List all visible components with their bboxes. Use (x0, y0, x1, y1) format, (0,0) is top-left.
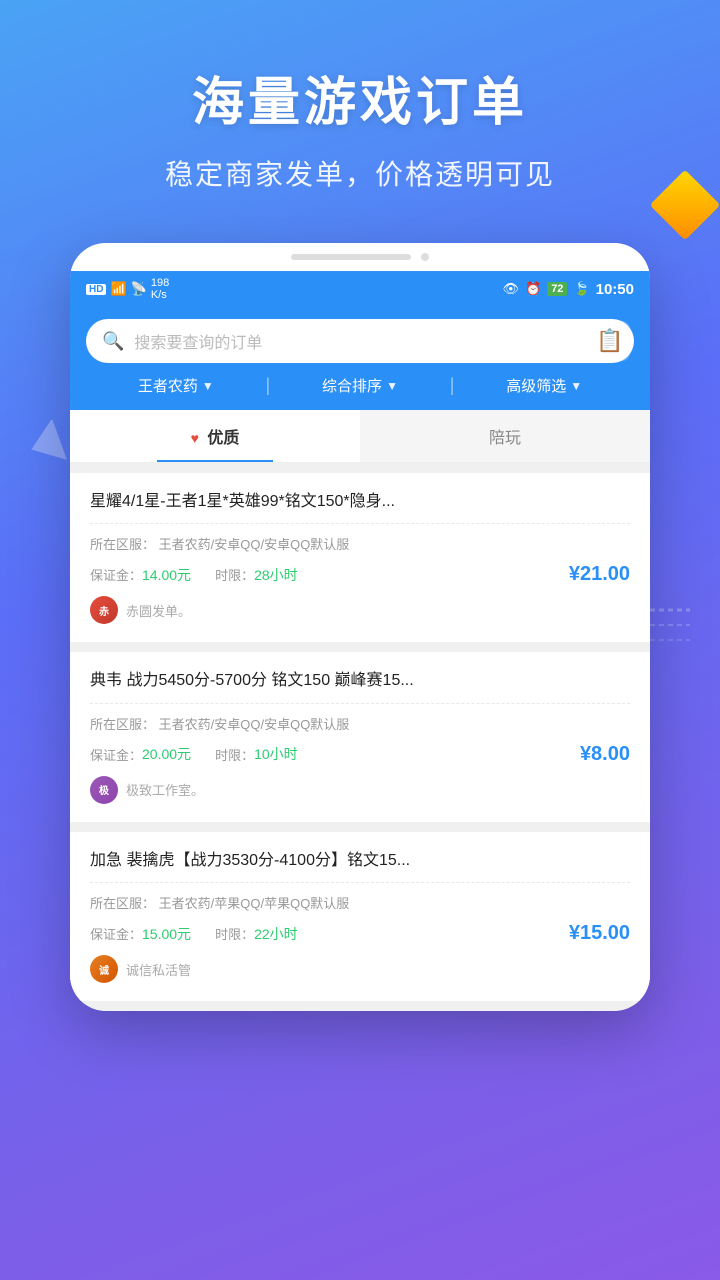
card-3-time-label: 时限： (215, 924, 254, 943)
phone-notch (70, 243, 650, 271)
phone-mockup: HD 📶 📡 198K/s 👁 ⏰ 72 🍃 10:50 🔍 搜索要查询的订单 … (70, 243, 650, 1011)
tab-accompany[interactable]: 陪玩 (360, 410, 650, 462)
card-3-region-value: 王者农药/苹果QQ/苹果QQ默认服 (159, 896, 350, 911)
card-3-meta: 保证金： 15.00元 时限： 22小时 ¥15.00 (90, 922, 630, 945)
card-2-price: ¥8.00 (580, 743, 630, 766)
eye-icon: 👁 (502, 281, 519, 297)
card-3-footer: 诚 诚信私活管 (90, 955, 630, 983)
filter-sort[interactable]: 综合排序 ▼ (270, 375, 450, 396)
filter-advanced[interactable]: 高级筛选 ▼ (454, 375, 634, 396)
hd-badge: HD (86, 284, 106, 295)
card-1-region-value: 王者农药/安卓QQ/安卓QQ默认服 (159, 537, 350, 552)
card-2-avatar: 极 (90, 776, 118, 804)
card-1-deposit-label: 保证金： (90, 565, 142, 584)
hero-title: 海量游戏订单 (40, 60, 680, 135)
card-1-title: 星耀4/1星-王者1星*英雄99*铭文150*隐身... (90, 491, 630, 513)
tab-quality-label: 优质 (207, 430, 239, 447)
card-3-deposit-value: 15.00元 (142, 924, 191, 944)
tab-accompany-label: 陪玩 (489, 430, 521, 447)
card-2-time-value: 10小时 (254, 744, 298, 764)
card-1-footer: 赤 赤圆发单。 (90, 596, 630, 624)
alarm-icon: ⏰ (525, 281, 541, 297)
leaf-icon: 🍃 (573, 281, 589, 297)
search-placeholder: 搜索要查询的订单 (134, 329, 618, 353)
card-2-divider (90, 703, 630, 704)
app-header: 🔍 搜索要查询的订单 王者农药 ▼ | 综合排序 ▼ | 高级筛选 ▼ (70, 307, 650, 410)
card-1-region-label: 所在区服： (90, 537, 155, 552)
scan-button[interactable]: 📋 (590, 321, 630, 361)
card-1-time-value: 28小时 (254, 565, 298, 585)
status-bar: HD 📶 📡 198K/s 👁 ⏰ 72 🍃 10:50 (70, 271, 650, 307)
hero-section: 海量游戏订单 稳定商家发单，价格透明可见 (0, 0, 720, 223)
card-3-price: ¥15.00 (569, 922, 630, 945)
card-3-region: 所在区服： 王者农药/苹果QQ/苹果QQ默认服 (90, 893, 630, 912)
card-1-deposit-value: 14.00元 (142, 565, 191, 585)
card-1[interactable]: 星耀4/1星-王者1星*英雄99*铭文150*隐身... 所在区服： 王者农药/… (70, 473, 650, 642)
card-2-deposit-label: 保证金： (90, 745, 142, 764)
tabs-bar: ♥ 优质 陪玩 (70, 410, 650, 463)
card-3-author: 诚信私活管 (126, 960, 191, 979)
search-icon: 🔍 (102, 331, 124, 352)
card-2-region: 所在区服： 王者农药/安卓QQ/安卓QQ默认服 (90, 714, 630, 733)
hero-subtitle: 稳定商家发单，价格透明可见 (40, 153, 680, 193)
filter-bar: 王者农药 ▼ | 综合排序 ▼ | 高级筛选 ▼ (86, 375, 634, 396)
speed-text: 198K/s (151, 277, 169, 301)
card-1-author: 赤圆发单。 (126, 601, 191, 620)
card-3-region-label: 所在区服： (90, 896, 155, 911)
status-time: 10:50 (596, 281, 634, 298)
card-1-divider (90, 523, 630, 524)
card-3-avatar: 诚 (90, 955, 118, 983)
card-2-deposit-value: 20.00元 (142, 744, 191, 764)
card-1-meta: 保证金： 14.00元 时限： 28小时 ¥21.00 (90, 563, 630, 586)
card-2-region-label: 所在区服： (90, 717, 155, 732)
status-left: HD 📶 📡 198K/s (86, 277, 169, 301)
chevron-sort: ▼ (386, 379, 398, 393)
card-1-avatar: 赤 (90, 596, 118, 624)
signal-icon: 📶 (110, 281, 126, 297)
card-2-region-value: 王者农药/安卓QQ/安卓QQ默认服 (159, 717, 350, 732)
card-3-title: 加急 裴擒虎【战力3530分-4100分】铭文15... (90, 850, 630, 872)
filter-game[interactable]: 王者农药 ▼ (86, 375, 266, 396)
chevron-game: ▼ (202, 379, 214, 393)
card-1-time-label: 时限： (215, 565, 254, 584)
chevron-advanced: ▼ (570, 379, 582, 393)
filter-advanced-label: 高级筛选 (506, 375, 566, 396)
card-3-deposit-label: 保证金： (90, 924, 142, 943)
card-2-title: 典韦 战力5450分-5700分 铭文150 巅峰赛15... (90, 670, 630, 692)
deco-arrow (30, 420, 75, 470)
card-3-time-value: 22小时 (254, 924, 298, 944)
card-1-region: 所在区服： 王者农药/安卓QQ/安卓QQ默认服 (90, 534, 630, 553)
card-2[interactable]: 典韦 战力5450分-5700分 铭文150 巅峰赛15... 所在区服： 王者… (70, 652, 650, 821)
card-3[interactable]: 加急 裴擒虎【战力3530分-4100分】铭文15... 所在区服： 王者农药/… (70, 832, 650, 1001)
battery-icon: 72 (547, 282, 567, 296)
card-3-divider (90, 882, 630, 883)
notch-bar (291, 254, 411, 260)
card-2-footer: 极 极致工作室。 (90, 776, 630, 804)
card-2-meta: 保证金： 20.00元 时限： 10小时 ¥8.00 (90, 743, 630, 766)
heart-icon: ♥ (191, 430, 199, 446)
filter-game-label: 王者农药 (138, 375, 198, 396)
status-right: 👁 ⏰ 72 🍃 10:50 (502, 281, 634, 298)
wifi-icon: 📡 (131, 281, 147, 297)
scan-icon: 📋 (596, 328, 623, 354)
card-2-time-label: 时限： (215, 745, 254, 764)
filter-sort-label: 综合排序 (322, 375, 382, 396)
search-bar[interactable]: 🔍 搜索要查询的订单 (86, 319, 634, 363)
tab-quality[interactable]: ♥ 优质 (70, 410, 360, 462)
card-2-author: 极致工作室。 (126, 780, 204, 799)
card-1-price: ¥21.00 (569, 563, 630, 586)
notch-dot (421, 253, 429, 261)
cards-area: 星耀4/1星-王者1星*英雄99*铭文150*隐身... 所在区服： 王者农药/… (70, 463, 650, 1011)
